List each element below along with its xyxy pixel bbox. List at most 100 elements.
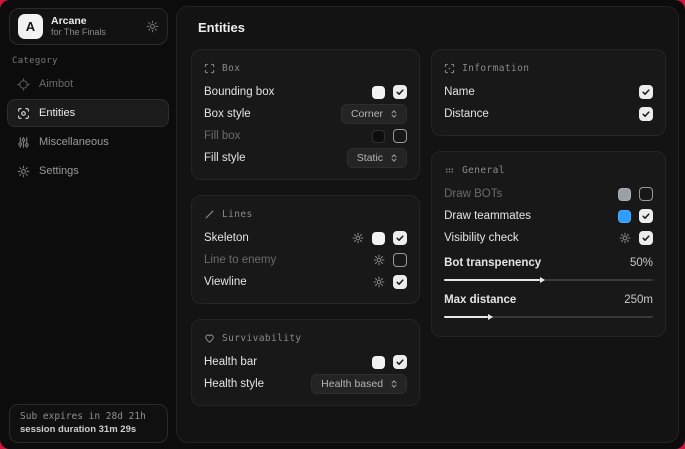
distance-checkbox[interactable] [639,107,653,121]
slider-fill [444,316,488,318]
brand-subtitle: for The Finals [51,27,138,37]
brand-gear-icon[interactable] [146,20,159,33]
slider-fill [444,279,540,281]
entities-icon [17,107,30,120]
row-label: Bounding box [204,86,372,98]
check-icon [641,87,651,97]
row-label: Fill box [204,130,372,142]
sliders-icon [17,136,30,149]
crosshair-icon [17,78,30,91]
check-icon [641,109,651,119]
row-label: Draw teammates [444,210,618,222]
max-distance-value: 250m [624,294,653,306]
draw-bots-color-swatch[interactable] [618,188,631,201]
check-icon [395,87,405,97]
skeleton-checkbox[interactable] [393,231,407,245]
category-label: Category [12,56,58,66]
right-column: Information Name Distance [431,49,666,406]
row-health-bar: Health bar [204,351,407,373]
general-card-header: General [444,161,653,179]
visibility-check-settings-gear-icon[interactable] [619,232,631,244]
line-to-enemy-settings-gear-icon[interactable] [373,254,385,266]
row-label: Line to enemy [204,254,373,266]
dropdown-value: Corner [351,108,383,120]
sidebar-item-miscellaneous[interactable]: Miscellaneous [7,128,169,156]
bounding-box-checkbox[interactable] [393,85,407,99]
sidebar-item-label: Miscellaneous [39,136,109,148]
row-draw-bots: Draw BOTs [444,183,653,205]
row-label: Name [444,86,639,98]
row-box-style: Box style Corner [204,103,407,125]
row-line-to-enemy: Line to enemy [204,249,407,271]
sidebar-item-label: Aimbot [39,78,73,90]
slider-track [444,279,653,281]
row-label: Health bar [204,356,372,368]
row-draw-teammates: Draw teammates [444,205,653,227]
row-health-style: Health style Health based [204,373,407,395]
chevrons-up-down-icon [389,109,399,119]
slider-track [444,316,653,318]
fill-style-dropdown[interactable]: Static [347,148,407,168]
main-panel: Entities Box Bounding box [176,6,679,443]
sidebar-item-entities[interactable]: Entities [7,99,169,127]
draw-teammates-color-swatch[interactable] [618,210,631,223]
box-select-icon [204,63,215,74]
box-card-header: Box [204,59,407,77]
app-window: A Arcane for The Finals Category [0,0,685,449]
row-name: Name [444,81,653,103]
bot-transpenency-slider[interactable] [444,275,653,285]
draw-bots-checkbox[interactable] [639,187,653,201]
bot-transpenency-value: 50% [630,257,653,269]
sidebar-item-label: Entities [39,107,75,119]
check-icon [395,277,405,287]
draw-teammates-checkbox[interactable] [639,209,653,223]
lines-card: Lines Skeleton [191,195,420,304]
skeleton-settings-gear-icon[interactable] [352,232,364,244]
sidebar-item-settings[interactable]: Settings [7,157,169,185]
subscription-panel: Sub expires in 28d 21h session duration … [9,404,168,443]
name-checkbox[interactable] [639,85,653,99]
row-label: Health style [204,378,311,390]
row-fill-box: Fill box [204,125,407,147]
brand-title: Arcane [51,15,138,27]
fill-box-checkbox[interactable] [393,129,407,143]
dropdown-value: Health based [321,378,383,390]
brand-text: Arcane for The Finals [51,15,138,37]
gear-icon [17,165,30,178]
chevrons-up-down-icon [389,153,399,163]
sidebar-item-aimbot[interactable]: Aimbot [7,70,169,98]
lines-card-header: Lines [204,205,407,223]
scan-info-icon [444,63,455,74]
viewline-checkbox[interactable] [393,275,407,289]
row-bounding-box: Bounding box [204,81,407,103]
card-header-label: Box [222,63,240,74]
health-bar-checkbox[interactable] [393,355,407,369]
survivability-card: Survivability Health bar Health style [191,319,420,406]
general-card: General Draw BOTs Draw teammates [431,151,666,337]
skeleton-color-swatch[interactable] [372,232,385,245]
row-visibility-check: Visibility check [444,227,653,249]
bounding-box-color-swatch[interactable] [372,86,385,99]
row-label: Fill style [204,152,347,164]
visibility-check-checkbox[interactable] [639,231,653,245]
max-distance-slider[interactable] [444,312,653,322]
row-label: Visibility check [444,232,619,244]
row-distance: Distance [444,103,653,125]
sidebar: A Arcane for The Finals Category [0,0,175,449]
sidebar-nav: Aimbot Entities Miscella [7,70,169,185]
card-header-label: Survivability [222,333,302,344]
health-style-dropdown[interactable]: Health based [311,374,407,394]
health-bar-color-swatch[interactable] [372,356,385,369]
row-label: Distance [444,108,639,120]
fill-box-color-swatch[interactable] [372,130,385,143]
row-fill-style: Fill style Static [204,147,407,169]
viewline-settings-gear-icon[interactable] [373,276,385,288]
check-icon [395,357,405,367]
brand-card: A Arcane for The Finals [9,8,168,45]
heart-icon [204,333,215,344]
box-card: Box Bounding box Box style [191,49,420,180]
settings-columns: Box Bounding box Box style [191,49,666,406]
line-to-enemy-checkbox[interactable] [393,253,407,267]
row-label: Skeleton [204,232,352,244]
box-style-dropdown[interactable]: Corner [341,104,407,124]
